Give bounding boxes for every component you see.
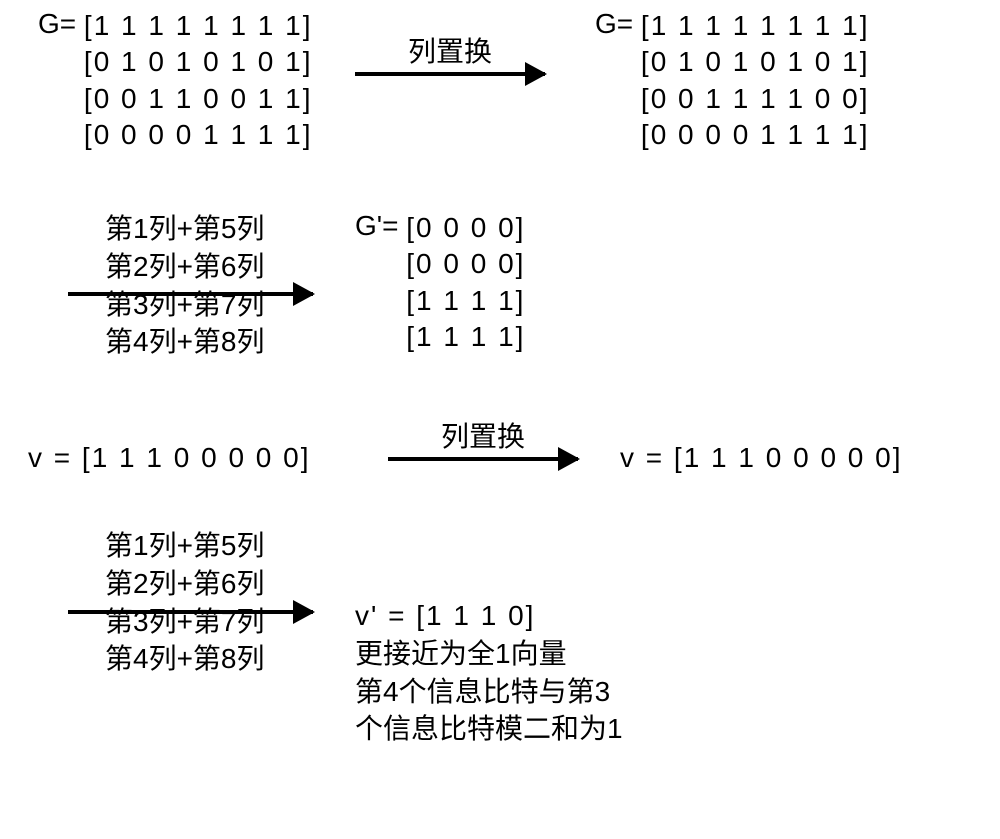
arrow-col-ops-2 (68, 610, 313, 614)
matrix-row: [0 0 0 0] (406, 210, 525, 246)
vector-v-prime: v' = [1 1 1 0] (355, 597, 623, 635)
result-block: v' = [1 1 1 0] 更接近为全1向量 第4个信息比特与第3 个信息比特… (355, 597, 623, 748)
matrix-row: [0 1 0 1 0 1 0 1] (641, 44, 870, 80)
vector-v-right: v = [1 1 1 0 0 0 0 0] (620, 442, 903, 474)
matrix-row: [1 1 1 1] (406, 283, 525, 319)
col-op-line: 第2列+第6列 (105, 248, 265, 286)
desc-line: 更接近为全1向量 (355, 635, 623, 673)
arrow-top: 列置换 (355, 30, 545, 76)
matrix-row: [0 0 0 0 1 1 1 1] (641, 117, 870, 153)
matrix-row: [0 1 0 1 0 1 0 1] (84, 44, 313, 80)
matrix-row: [1 1 1 1 1 1 1 1] (641, 8, 870, 44)
matrix-g-prime: G'= [0 0 0 0] [0 0 0 0] [1 1 1 1] [1 1 1… (355, 210, 525, 356)
matrix-row: [0 0 0 0 1 1 1 1] (84, 117, 313, 153)
matrix-label: G= (38, 8, 76, 40)
arrow-label: 列置换 (408, 30, 492, 70)
arrow-v: 列置换 (388, 415, 578, 461)
desc-line: 第4个信息比特与第3 (355, 673, 623, 711)
matrix-label: G= (595, 8, 633, 40)
col-op-line: 第3列+第7列 (105, 603, 265, 641)
matrix-rows: [0 0 0 0] [0 0 0 0] [1 1 1 1] [1 1 1 1] (406, 210, 525, 356)
arrow-icon (355, 72, 545, 76)
matrix-label: G'= (355, 210, 398, 242)
arrow-icon (388, 457, 578, 461)
vector-v-left: v = [1 1 1 0 0 0 0 0] (28, 442, 311, 474)
matrix-rows: [1 1 1 1 1 1 1 1] [0 1 0 1 0 1 0 1] [0 0… (84, 8, 313, 154)
matrix-g-left: G= [1 1 1 1 1 1 1 1] [0 1 0 1 0 1 0 1] [… (38, 8, 313, 154)
matrix-row: [0 0 1 1 0 0 1 1] (84, 81, 313, 117)
col-op-line: 第4列+第8列 (105, 640, 265, 678)
matrix-g-right: G= [1 1 1 1 1 1 1 1] [0 1 0 1 0 1 0 1] [… (595, 8, 870, 154)
matrix-row: [0 0 0 0] (406, 246, 525, 282)
desc-line: 个信息比特模二和为1 (355, 710, 623, 748)
col-op-line: 第4列+第8列 (105, 323, 265, 361)
matrix-rows: [1 1 1 1 1 1 1 1] [0 1 0 1 0 1 0 1] [0 0… (641, 8, 870, 154)
col-ops-1: 第1列+第5列 第2列+第6列 第3列+第7列 第4列+第8列 (105, 210, 265, 361)
col-op-line: 第2列+第6列 (105, 565, 265, 603)
matrix-row: [1 1 1 1] (406, 319, 525, 355)
col-ops-2: 第1列+第5列 第2列+第6列 第3列+第7列 第4列+第8列 (105, 527, 265, 678)
arrow-col-ops-1 (68, 292, 313, 296)
arrow-icon (68, 610, 313, 614)
col-op-line: 第1列+第5列 (105, 527, 265, 565)
arrow-icon (68, 292, 313, 296)
col-op-line: 第1列+第5列 (105, 210, 265, 248)
matrix-row: [1 1 1 1 1 1 1 1] (84, 8, 313, 44)
matrix-row: [0 0 1 1 1 1 0 0] (641, 81, 870, 117)
arrow-label: 列置换 (441, 415, 525, 455)
